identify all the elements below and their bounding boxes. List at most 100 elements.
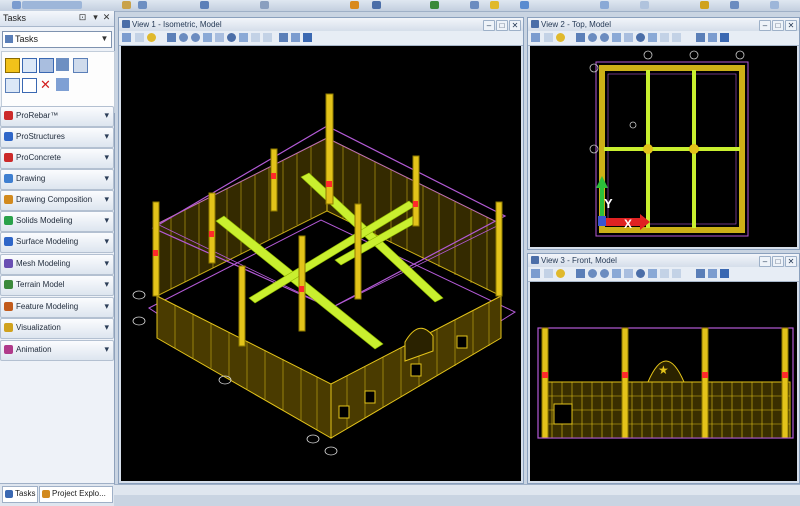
task-item-visualization[interactable]: Visualization ▾: [0, 318, 114, 339]
toolbar-icon[interactable]: [470, 1, 479, 9]
clip-volume-icon[interactable]: [708, 269, 717, 278]
move-tool-icon[interactable]: [22, 78, 37, 93]
task-item-prorebar[interactable]: ProRebar™ ▾: [0, 106, 114, 127]
toolbar-icon[interactable]: [600, 1, 609, 9]
toolbar-icon[interactable]: [138, 1, 147, 9]
fit-view-icon[interactable]: [215, 33, 224, 42]
camera-icon[interactable]: [279, 33, 288, 42]
task-selector[interactable]: Tasks ▼: [2, 31, 112, 48]
select-tool-icon[interactable]: [5, 58, 20, 73]
toolbar-icon[interactable]: [770, 1, 779, 9]
view-next-icon[interactable]: [672, 33, 681, 42]
task-item-proconcrete[interactable]: ProConcrete ▾: [0, 148, 114, 169]
view-next-icon[interactable]: [263, 33, 272, 42]
tab-tasks[interactable]: Tasks: [2, 486, 38, 503]
top-view-canvas[interactable]: Y X: [530, 46, 797, 247]
delete-icon[interactable]: ✕: [39, 78, 52, 91]
lighting-icon[interactable]: [556, 269, 565, 278]
zoom-out-icon[interactable]: [600, 269, 609, 278]
isometric-canvas[interactable]: [121, 46, 521, 481]
rotate-view-icon[interactable]: [227, 33, 236, 42]
fit-view-icon[interactable]: [624, 269, 633, 278]
toolbar-combo[interactable]: [22, 1, 82, 9]
pan-view-icon[interactable]: [648, 33, 657, 42]
display-style-icon[interactable]: [135, 33, 144, 42]
toolbar-icon[interactable]: [430, 1, 439, 9]
task-item-feature-modeling[interactable]: Feature Modeling ▾: [0, 297, 114, 318]
chevron-down-icon[interactable]: ▾: [104, 322, 109, 333]
update-view-icon[interactable]: [576, 269, 585, 278]
update-view-icon[interactable]: [167, 33, 176, 42]
place-tool-icon[interactable]: [22, 58, 37, 73]
pan-view-icon[interactable]: [239, 33, 248, 42]
view-previous-icon[interactable]: [660, 269, 669, 278]
clip-volume-icon[interactable]: [291, 33, 300, 42]
clip-volume-icon[interactable]: [708, 33, 717, 42]
close-icon[interactable]: ✕: [785, 20, 797, 31]
modify-tool-icon[interactable]: [56, 78, 69, 91]
rotate-view-icon[interactable]: [636, 33, 645, 42]
task-item-terrain-model[interactable]: Terrain Model ▾: [0, 275, 114, 296]
copy-tool-icon[interactable]: [5, 78, 20, 93]
view-previous-icon[interactable]: [251, 33, 260, 42]
close-icon[interactable]: ✕: [785, 256, 797, 267]
toolbar-icon[interactable]: [640, 1, 649, 9]
pin-icon[interactable]: ▾: [91, 13, 100, 22]
zoom-in-icon[interactable]: [588, 33, 597, 42]
update-view-icon[interactable]: [576, 33, 585, 42]
view-previous-icon[interactable]: [660, 33, 669, 42]
window-area-icon[interactable]: [612, 33, 621, 42]
toolbar-icon[interactable]: [200, 1, 209, 9]
chevron-down-icon[interactable]: ▾: [104, 236, 109, 247]
close-icon[interactable]: ✕: [509, 20, 521, 31]
rebar-tool-icon[interactable]: [73, 58, 88, 73]
tab-project-explorer[interactable]: Project Explo...: [39, 486, 113, 503]
chevron-down-icon[interactable]: ▾: [104, 344, 109, 355]
toolbar-icon[interactable]: [730, 1, 739, 9]
display-style-icon[interactable]: [544, 269, 553, 278]
task-item-prostructures[interactable]: ProStructures ▾: [0, 127, 114, 148]
chevron-down-icon[interactable]: ▼: [99, 33, 110, 45]
view-attributes-icon[interactable]: [531, 269, 540, 278]
minimize-icon[interactable]: –: [483, 20, 495, 31]
display-style-icon[interactable]: [544, 33, 553, 42]
camera-icon[interactable]: [696, 33, 705, 42]
chevron-down-icon[interactable]: ▾: [104, 258, 109, 269]
view-settings-icon[interactable]: [303, 33, 312, 42]
task-item-solids-modeling[interactable]: Solids Modeling ▾: [0, 211, 114, 232]
view-next-icon[interactable]: [672, 269, 681, 278]
lighting-icon[interactable]: [147, 33, 156, 42]
chevron-down-icon[interactable]: ▾: [104, 215, 109, 226]
maximize-icon[interactable]: □: [772, 20, 784, 31]
chevron-down-icon[interactable]: ▾: [104, 131, 109, 142]
camera-icon[interactable]: [696, 269, 705, 278]
view-attributes-icon[interactable]: [122, 33, 131, 42]
zoom-in-icon[interactable]: [179, 33, 188, 42]
minimize-icon[interactable]: –: [759, 256, 771, 267]
task-item-surface-modeling[interactable]: Surface Modeling ▾: [0, 232, 114, 253]
window-area-icon[interactable]: [203, 33, 212, 42]
toolbar-icon[interactable]: [520, 1, 529, 9]
chevron-down-icon[interactable]: ▾: [104, 152, 109, 163]
maximize-icon[interactable]: □: [772, 256, 784, 267]
task-item-drawing[interactable]: Drawing ▾: [0, 169, 114, 190]
view-settings-icon[interactable]: [720, 33, 729, 42]
lighting-icon[interactable]: [556, 33, 565, 42]
toolbar-icon[interactable]: [350, 1, 359, 9]
dock-icon[interactable]: ⊡: [78, 13, 87, 22]
chevron-down-icon[interactable]: ▾: [104, 110, 109, 121]
chevron-down-icon[interactable]: ▾: [104, 301, 109, 312]
task-item-drawing-composition[interactable]: Drawing Composition ▾: [0, 190, 114, 211]
element-tool-icon[interactable]: [39, 58, 54, 73]
view-attributes-icon[interactable]: [531, 33, 540, 42]
zoom-in-icon[interactable]: [588, 269, 597, 278]
close-icon[interactable]: ✕: [102, 13, 111, 22]
window-area-icon[interactable]: [612, 269, 621, 278]
toolbar-icon[interactable]: [490, 1, 499, 9]
task-item-mesh-modeling[interactable]: Mesh Modeling ▾: [0, 254, 114, 275]
grid-tool-icon[interactable]: [56, 58, 69, 71]
toolbar-icon[interactable]: [122, 1, 131, 9]
toolbar-icon[interactable]: [372, 1, 381, 9]
toolbar-icon[interactable]: [12, 1, 21, 9]
maximize-icon[interactable]: □: [496, 20, 508, 31]
